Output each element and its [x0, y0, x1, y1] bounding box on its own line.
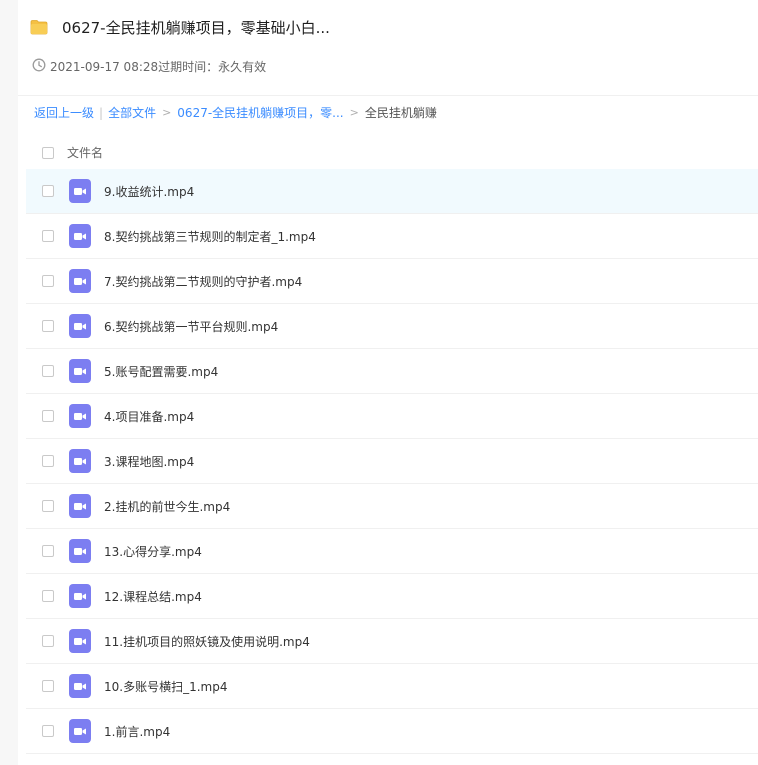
video-file-icon [69, 584, 91, 608]
breadcrumb-arrow-icon: > [162, 106, 172, 119]
video-file-icon [69, 719, 91, 743]
video-file-icon [69, 539, 91, 563]
share-header: 0627-全民挂机躺赚项目，零基础小白... 2021-09-17 08:28过… [18, 0, 758, 96]
file-name[interactable]: 11.挂机项目的照妖镜及使用说明.mp4 [104, 633, 310, 650]
file-checkbox[interactable] [42, 680, 54, 692]
file-list-header: 文件名 [26, 136, 758, 170]
page: 0627-全民挂机躺赚项目，零基础小白... 2021-09-17 08:28过… [0, 0, 758, 765]
file-name[interactable]: 1.前言.mp4 [104, 723, 170, 740]
breadcrumb-divider: | [99, 105, 104, 120]
title-row: 0627-全民挂机躺赚项目，零基础小白... [30, 14, 330, 40]
video-file-icon [69, 629, 91, 653]
file-name[interactable]: 9.收益统计.mp4 [104, 183, 194, 200]
file-checkbox[interactable] [42, 500, 54, 512]
file-name[interactable]: 5.账号配置需要.mp4 [104, 363, 218, 380]
file-checkbox[interactable] [42, 545, 54, 557]
file-name[interactable]: 7.契约挑战第二节规则的守护者.mp4 [104, 273, 302, 290]
file-name[interactable]: 4.项目准备.mp4 [104, 408, 194, 425]
file-name[interactable]: 6.契约挑战第一节平台规则.mp4 [104, 318, 278, 335]
video-file-icon [69, 314, 91, 338]
clock-icon [32, 58, 46, 75]
file-row[interactable]: 3.课程地图.mp4 [26, 439, 758, 484]
video-file-icon [69, 674, 91, 698]
video-file-icon [69, 179, 91, 203]
file-checkbox[interactable] [42, 320, 54, 332]
file-checkbox[interactable] [42, 230, 54, 242]
file-row[interactable]: 12.课程总结.mp4 [26, 574, 758, 619]
file-checkbox[interactable] [42, 185, 54, 197]
share-panel: 0627-全民挂机躺赚项目，零基础小白... 2021-09-17 08:28过… [18, 0, 758, 765]
file-checkbox[interactable] [42, 410, 54, 422]
file-row[interactable]: 8.契约挑战第三节规则的制定者_1.mp4 [26, 214, 758, 259]
video-file-icon [69, 404, 91, 428]
file-row[interactable]: 4.项目准备.mp4 [26, 394, 758, 439]
file-checkbox[interactable] [42, 455, 54, 467]
file-row[interactable]: 9.收益统计.mp4 [26, 169, 758, 214]
breadcrumb-back-link[interactable]: 返回上一级 [34, 104, 94, 121]
video-file-icon [69, 449, 91, 473]
file-checkbox[interactable] [42, 590, 54, 602]
breadcrumb-current: 全民挂机躺赚 [364, 106, 437, 120]
file-checkbox[interactable] [42, 365, 54, 377]
file-row[interactable]: 6.契约挑战第一节平台规则.mp4 [26, 304, 758, 349]
file-list: 9.收益统计.mp4 8.契约挑战第三节规则的制定者_1.mp4 7.契约挑战第二节… [26, 169, 758, 754]
file-row[interactable]: 1.前言.mp4 [26, 709, 758, 754]
video-file-icon [69, 359, 91, 383]
share-meta: 2021-09-17 08:28过期时间：永久有效 [32, 58, 266, 75]
video-file-icon [69, 494, 91, 518]
file-name[interactable]: 10.多账号横扫_1.mp4 [104, 678, 227, 695]
share-meta-text: 2021-09-17 08:28过期时间：永久有效 [50, 60, 267, 74]
file-checkbox[interactable] [42, 725, 54, 737]
file-name[interactable]: 13.心得分享.mp4 [104, 543, 202, 560]
file-name[interactable]: 8.契约挑战第三节规则的制定者_1.mp4 [104, 228, 316, 245]
column-header-filename[interactable]: 文件名 [67, 144, 103, 161]
breadcrumb-parent-link[interactable]: 0627-全民挂机躺赚项目，零... [177, 104, 343, 121]
file-row[interactable]: 11.挂机项目的照妖镜及使用说明.mp4 [26, 619, 758, 664]
file-row[interactable]: 5.账号配置需要.mp4 [26, 349, 758, 394]
file-row[interactable]: 7.契约挑战第二节规则的守护者.mp4 [26, 259, 758, 304]
file-row[interactable]: 10.多账号横扫_1.mp4 [26, 664, 758, 709]
file-checkbox[interactable] [42, 275, 54, 287]
folder-icon [30, 19, 48, 35]
share-title: 0627-全民挂机躺赚项目，零基础小白... [62, 18, 330, 37]
breadcrumb: 返回上一级 | 全部文件 > 0627-全民挂机躺赚项目，零... > 全民挂机… [34, 104, 437, 121]
file-checkbox[interactable] [42, 635, 54, 647]
video-file-icon [69, 269, 91, 293]
file-row[interactable]: 2.挂机的前世今生.mp4 [26, 484, 758, 529]
breadcrumb-arrow-icon: > [349, 106, 359, 119]
breadcrumb-all-files-link[interactable]: 全部文件 [108, 104, 156, 121]
select-all-checkbox[interactable] [42, 146, 54, 159]
file-name[interactable]: 12.课程总结.mp4 [104, 588, 202, 605]
file-name[interactable]: 2.挂机的前世今生.mp4 [104, 498, 230, 515]
file-name[interactable]: 3.课程地图.mp4 [104, 453, 194, 470]
file-row[interactable]: 13.心得分享.mp4 [26, 529, 758, 574]
video-file-icon [69, 224, 91, 248]
